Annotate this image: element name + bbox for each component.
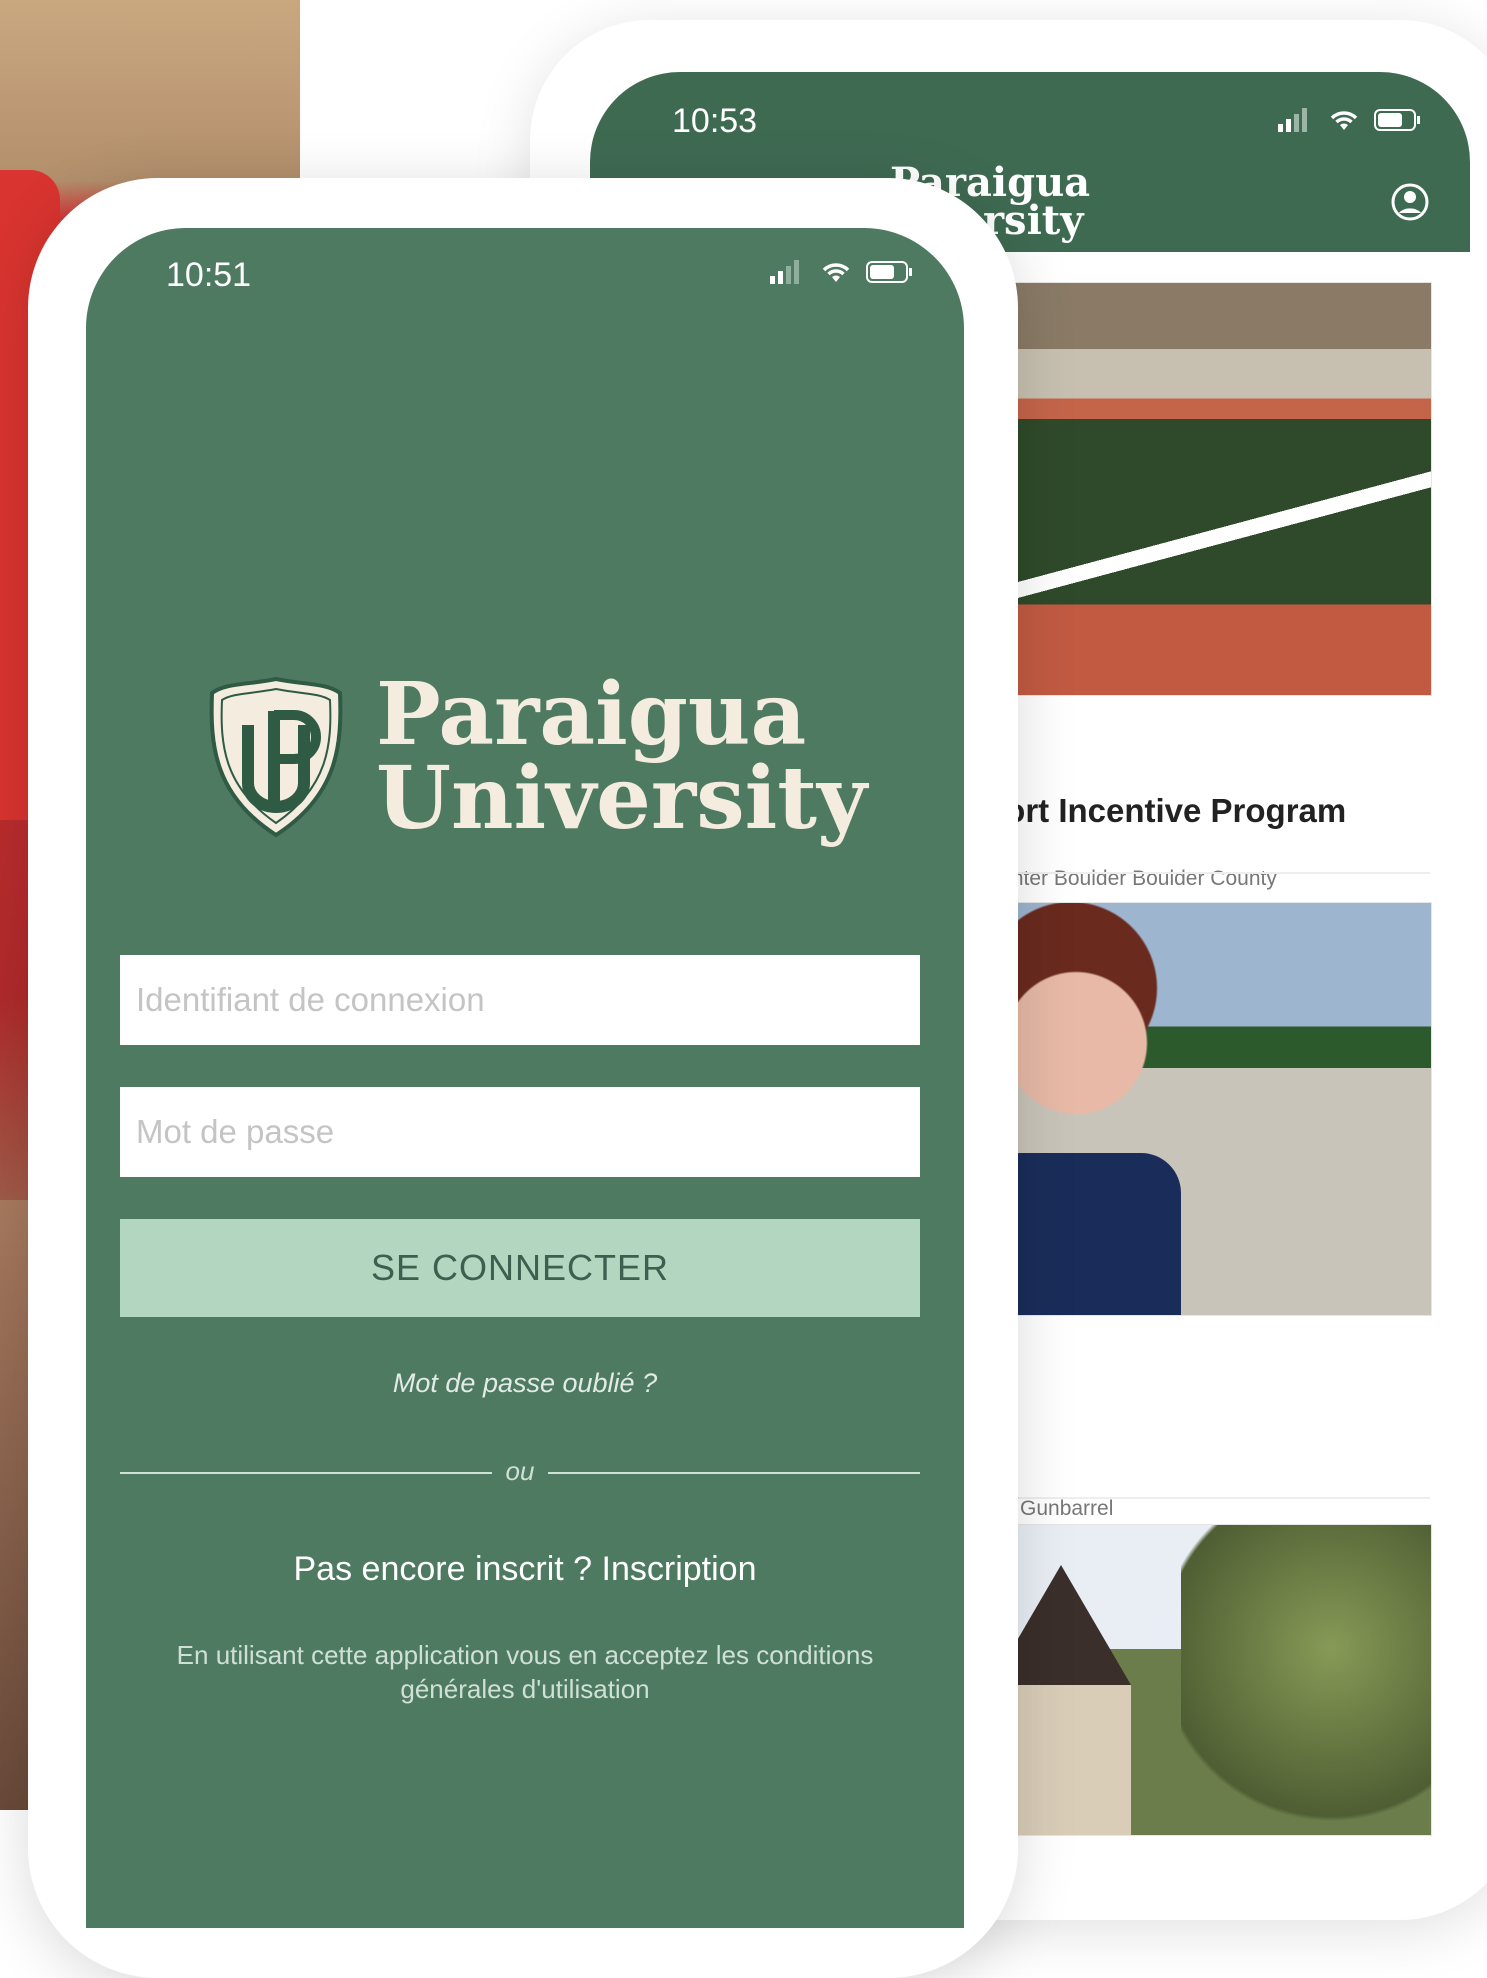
status-icons — [1278, 108, 1422, 132]
brand-line2: University — [376, 748, 867, 849]
card-image-building[interactable] — [980, 1524, 1432, 1836]
login-screen: 10:51 Paraigua University SE CONNECTER M… — [86, 228, 964, 1928]
building-tree — [1181, 1525, 1431, 1835]
battery-icon — [1374, 109, 1420, 131]
card-location: Center Boulder Boulder County — [985, 867, 1277, 890]
crest-logo-icon — [209, 676, 343, 837]
wifi-icon — [1330, 111, 1358, 130]
forgot-password-link[interactable]: Mot de passe oublié ? — [86, 1368, 964, 1399]
connect-button[interactable]: SE CONNECTER — [120, 1219, 920, 1317]
card-divider — [980, 872, 1430, 874]
user-account-icon[interactable] — [1390, 182, 1430, 222]
separator-line-right — [548, 1472, 920, 1474]
card-image-stadium[interactable] — [980, 282, 1432, 696]
battery-icon — [866, 261, 912, 283]
signup-link[interactable]: Pas encore inscrit ? Inscription — [86, 1550, 964, 1589]
card-image-portrait[interactable] — [980, 902, 1432, 1316]
status-time: 10:53 — [672, 102, 758, 140]
or-separator: ou — [120, 1456, 920, 1486]
card-location: Gunbarrel — [1020, 1497, 1114, 1520]
login-id-input[interactable] — [120, 955, 920, 1045]
card-title[interactable]: port Incentive Program — [985, 792, 1346, 830]
signal-icon — [770, 260, 799, 284]
signal-icon — [1278, 108, 1307, 132]
status-time: 10:51 — [166, 256, 252, 294]
brand-logo: Paraigua University — [206, 664, 867, 849]
password-input[interactable] — [120, 1087, 920, 1177]
wifi-icon — [822, 263, 850, 282]
card-divider — [980, 1497, 1430, 1499]
brand-name: Paraigua University — [376, 664, 867, 849]
brand-line1: Paraigua — [376, 664, 807, 765]
terms-text: En utilisant cette application vous en a… — [176, 1640, 874, 1704]
status-icons — [770, 260, 914, 284]
